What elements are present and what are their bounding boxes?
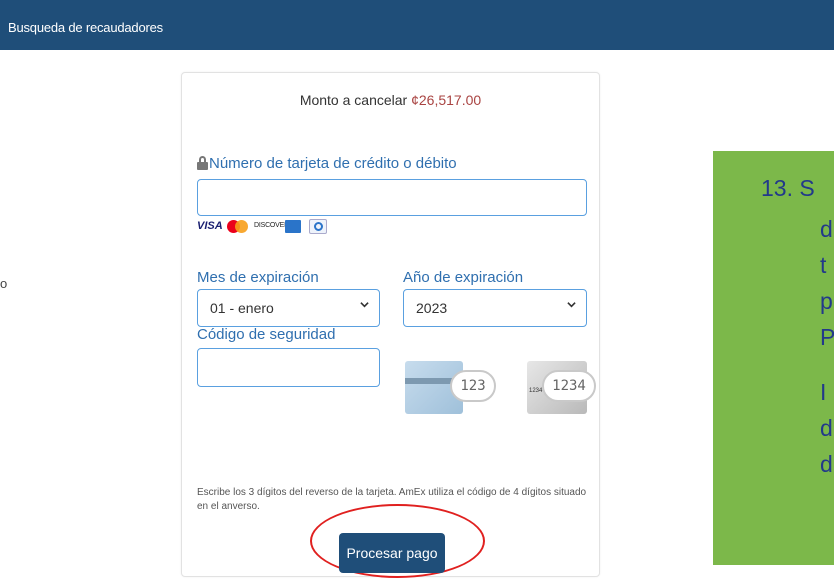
- mastercard-logo-icon: [227, 219, 249, 233]
- instruction-fragment: t: [820, 252, 827, 278]
- card-number-label: Número de tarjeta de crédito o débito: [209, 155, 457, 172]
- chevron-down-icon: [360, 302, 369, 308]
- diners-logo-icon: [309, 219, 327, 234]
- instruction-fragment: d: [820, 415, 833, 441]
- month-select-value: 01 - enero: [210, 300, 274, 316]
- security-code-label: Código de seguridad: [197, 326, 336, 343]
- year-label: Año de expiración: [403, 269, 524, 286]
- visa-logo-icon: VISA: [197, 220, 223, 232]
- amount-label: Monto a cancelar: [299, 92, 408, 108]
- payment-form-card: Monto a cancelar ¢26,517.00 Número de ta…: [181, 72, 600, 578]
- cvv-example-4-digit: 1234: [542, 370, 596, 402]
- year-select[interactable]: 2023: [403, 289, 587, 327]
- amount-value: ¢26,517.00: [411, 92, 482, 108]
- instruction-fragment: d: [820, 216, 833, 242]
- card-number-input[interactable]: [197, 179, 587, 216]
- instruction-fragment: I: [820, 379, 827, 405]
- chevron-down-icon: [567, 302, 576, 308]
- lock-icon: [197, 156, 208, 170]
- top-bar: Busqueda de recaudadores: [0, 0, 834, 50]
- month-select[interactable]: 01 - enero: [197, 289, 380, 327]
- amex-logo-icon: [285, 220, 301, 233]
- instruction-note: 13. S d t p P I d d: [713, 151, 834, 565]
- process-payment-button[interactable]: Procesar pago: [339, 533, 445, 573]
- cvv-example-3-digit: 123: [450, 370, 496, 402]
- security-code-input[interactable]: [197, 348, 380, 387]
- card-number-label-row: Número de tarjeta de crédito o débito: [197, 155, 457, 172]
- page-title: Busqueda de recaudadores: [8, 20, 163, 35]
- amount-line: Monto a cancelar ¢26,517.00: [182, 92, 599, 108]
- instruction-step: 13. S: [761, 175, 815, 201]
- month-label: Mes de expiración: [197, 269, 319, 286]
- discover-logo-icon: DISCOVER: [254, 222, 289, 229]
- year-select-value: 2023: [416, 300, 448, 316]
- left-text-fragment: o: [0, 276, 8, 291]
- instruction-fragment: P: [820, 324, 834, 350]
- instruction-fragment: p: [820, 288, 833, 314]
- instruction-fragment: d: [820, 451, 833, 477]
